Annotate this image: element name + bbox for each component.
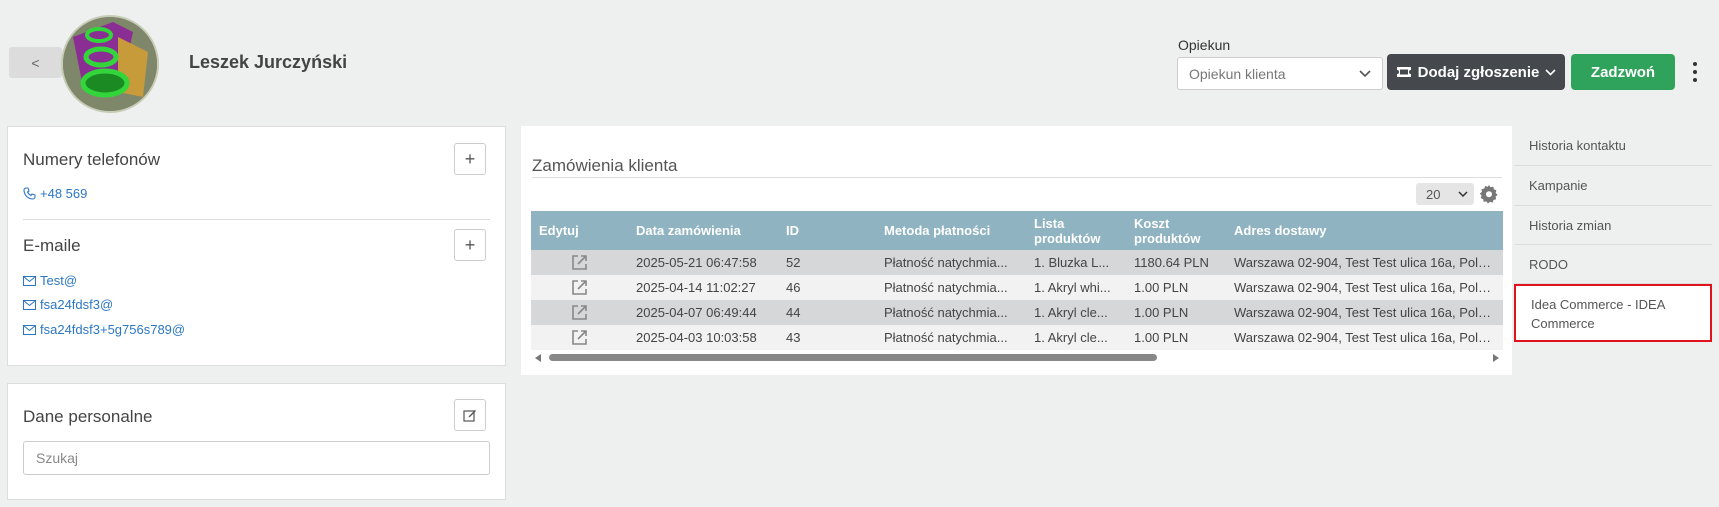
external-link-icon[interactable] [539, 329, 620, 346]
order-address: Warszawa 02-904, Test Test ulica 16a, Po… [1226, 275, 1503, 300]
phones-title: Numery telefonów [23, 150, 161, 169]
order-cost: 1.00 PLN [1126, 325, 1226, 350]
search-placeholder: Szukaj [36, 450, 79, 466]
client-name: Leszek Jurczyński [189, 52, 348, 72]
phone-icon [23, 187, 36, 200]
column-header: Metoda płatności [876, 211, 1026, 250]
order-date: 2025-05-21 06:47:58 [628, 250, 778, 275]
add-ticket-button[interactable]: Dodaj zgłoszenie [1387, 54, 1565, 90]
order-date: 2025-04-07 06:49:44 [628, 300, 778, 325]
phone-number: +48 569 [40, 186, 88, 201]
orders-title: Zamówienia klienta [532, 156, 678, 175]
external-link-icon[interactable] [539, 254, 620, 271]
table-header-row: Edytuj Data zamówienia ID Metoda płatnoś… [531, 211, 1503, 250]
order-payment: Płatność natychmia... [876, 300, 1026, 325]
page-size-value: 20 [1426, 186, 1441, 202]
phone-link[interactable]: +48 569 [23, 186, 87, 201]
avatar [61, 15, 159, 113]
back-button[interactable]: < [9, 47, 62, 78]
column-header: ID [778, 211, 876, 250]
column-header: Adres dostawy [1226, 211, 1503, 250]
email-address: fsa24fdsf3@ [40, 297, 114, 312]
table-row: 2025-04-03 10:03:58 43 Płatność natychmi… [531, 325, 1503, 350]
menu-item-idea-commerce[interactable]: Idea Commerce - IDEA Commerce [1514, 284, 1712, 342]
edit-icon [463, 410, 476, 422]
more-options-icon[interactable] [1690, 62, 1700, 82]
email-address: fsa24fdsf3+5g756s789@ [40, 322, 186, 337]
envelope-icon [23, 324, 36, 335]
order-cost: 1.00 PLN [1126, 275, 1226, 300]
order-id: 52 [778, 250, 876, 275]
emails-title: E-maile [23, 236, 81, 255]
orders-table: Edytuj Data zamówienia ID Metoda płatnoś… [531, 211, 1503, 350]
order-id: 43 [778, 325, 876, 350]
search-input[interactable]: Szukaj [23, 441, 490, 475]
scroll-left-icon[interactable] [535, 354, 541, 362]
gear-icon[interactable] [1479, 184, 1499, 204]
order-products: 1. Akryl cle... [1026, 325, 1126, 350]
order-date: 2025-04-03 10:03:58 [628, 325, 778, 350]
chevron-down-icon [1545, 68, 1556, 76]
table-row: 2025-04-14 11:02:27 46 Płatność natychmi… [531, 275, 1503, 300]
external-link-icon[interactable] [539, 304, 620, 321]
opiekun-select[interactable]: Opiekun klienta [1177, 57, 1383, 90]
column-header: Lista produktów [1026, 211, 1126, 250]
divider [532, 177, 1502, 178]
order-products: 1. Bluzka L... [1026, 250, 1126, 275]
page-size-select[interactable]: 20 [1416, 183, 1474, 205]
add-ticket-label: Dodaj zgłoszenie [1417, 63, 1540, 81]
menu-item-rodo[interactable]: RODO [1514, 245, 1712, 284]
table-row: 2025-05-21 06:47:58 52 Płatność natychmi… [531, 250, 1503, 275]
ticket-icon [1396, 67, 1411, 77]
column-header: Data zamówienia [628, 211, 778, 250]
order-date: 2025-04-14 11:02:27 [628, 275, 778, 300]
email-link[interactable]: fsa24fdsf3@ [23, 297, 113, 312]
email-link[interactable]: Test@ [23, 273, 77, 288]
email-address: Test@ [40, 273, 78, 288]
add-email-button[interactable]: + [454, 229, 486, 261]
order-address: Warszawa 02-904, Test Test ulica 16a, Po… [1226, 325, 1503, 350]
opiekun-placeholder: Opiekun klienta [1189, 65, 1286, 82]
horizontal-scrollbar[interactable] [531, 352, 1503, 363]
column-header: Koszt produktów [1126, 211, 1226, 250]
order-address: Warszawa 02-904, Test Test ulica 16a, Po… [1226, 300, 1503, 325]
scrollbar-thumb[interactable] [549, 354, 1157, 361]
order-id: 46 [778, 275, 876, 300]
email-link[interactable]: fsa24fdsf3+5g756s789@ [23, 322, 185, 337]
order-cost: 1180.64 PLN [1126, 250, 1226, 275]
order-address: Warszawa 02-904, Test Test ulica 16a, Po… [1226, 250, 1503, 275]
scroll-right-icon[interactable] [1493, 354, 1499, 362]
order-payment: Płatność natychmia... [876, 250, 1026, 275]
divider [23, 219, 490, 220]
order-id: 44 [778, 300, 876, 325]
order-products: 1. Akryl cle... [1026, 300, 1126, 325]
order-payment: Płatność natychmia... [876, 325, 1026, 350]
edit-personal-button[interactable] [454, 399, 486, 431]
opiekun-label: Opiekun [1178, 37, 1231, 53]
order-products: 1. Akryl whi... [1026, 275, 1126, 300]
menu-item-kampanie[interactable]: Kampanie [1514, 166, 1712, 206]
order-cost: 1.00 PLN [1126, 300, 1226, 325]
envelope-icon [23, 275, 36, 286]
chevron-down-icon [1359, 69, 1371, 77]
personal-title: Dane personalne [23, 407, 153, 426]
column-header: Edytuj [531, 211, 628, 250]
menu-item-historia-kontaktu[interactable]: Historia kontaktu [1514, 126, 1712, 166]
call-button[interactable]: Zadzwoń [1571, 54, 1675, 90]
table-row: 2025-04-07 06:49:44 44 Płatność natychmi… [531, 300, 1503, 325]
add-phone-button[interactable]: + [454, 143, 486, 175]
menu-item-historia-zmian[interactable]: Historia zmian [1514, 206, 1712, 245]
chevron-down-icon [1458, 191, 1468, 197]
envelope-icon [23, 299, 36, 310]
order-payment: Płatność natychmia... [876, 275, 1026, 300]
external-link-icon[interactable] [539, 279, 620, 296]
